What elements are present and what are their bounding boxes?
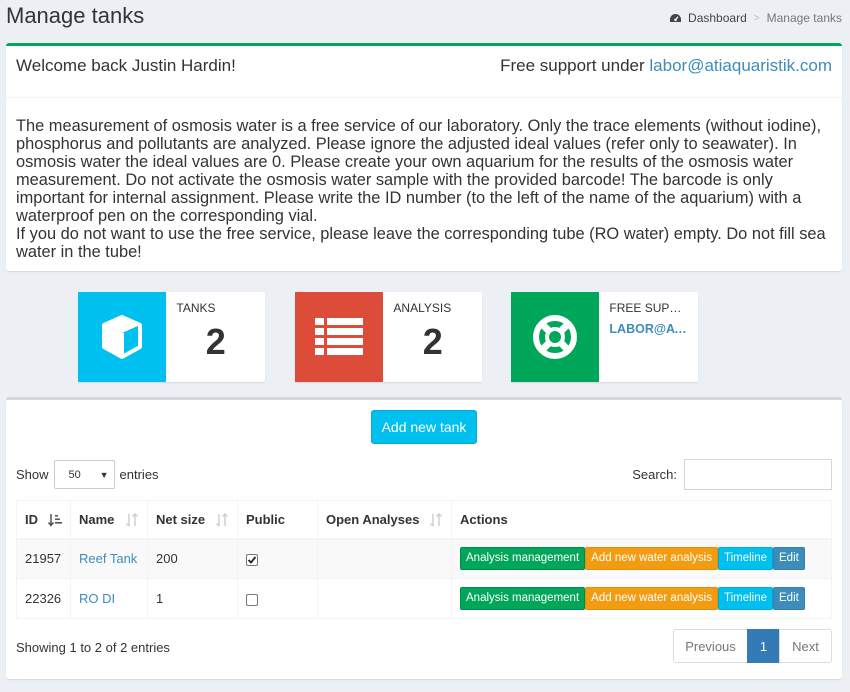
entries-select[interactable]: 50 ▼	[53, 460, 115, 489]
pagination: Previous 1 Next	[673, 629, 832, 663]
cell-actions: Analysis management Add new water analysi…	[451, 538, 832, 579]
sort-asc-icon	[48, 514, 62, 527]
info-label-analysis: ANALYSIS	[393, 301, 452, 315]
add-new-tank-button[interactable]: Add new tank	[371, 410, 477, 444]
table-info: Showing 1 to 2 of 2 entries	[16, 640, 170, 655]
sort-both-icon	[126, 513, 138, 527]
column-label-actions: Actions	[460, 511, 508, 527]
dashboard-icon	[670, 13, 682, 22]
breadcrumb: Dashboard > Manage tanks	[669, 11, 842, 25]
column-label-id: ID	[25, 511, 38, 527]
tanks-panel: Add new tank Show 50 ▼ entries Search: I…	[6, 397, 842, 679]
column-header-open-analyses[interactable]: Open Analyses	[317, 500, 452, 540]
tank-name-link[interactable]: RO DI	[79, 591, 115, 606]
edit-button[interactable]: Edit	[773, 547, 805, 571]
column-header-actions: Actions	[451, 500, 832, 540]
analysis-management-button[interactable]: Analysis management	[460, 587, 586, 610]
info-box-tanks: TANKS 2	[78, 292, 265, 382]
public-checkbox[interactable]	[246, 553, 258, 566]
column-label-open-analyses: Open Analyses	[326, 511, 420, 527]
info-icon-analysis	[295, 292, 384, 382]
entries-select-value: 50	[68, 468, 81, 481]
search-label: Search:	[632, 467, 677, 482]
welcome-box: Welcome back Justin Hardin! Free support…	[6, 43, 842, 271]
support-email-link[interactable]: labor@atiaquaristik.com	[649, 56, 832, 75]
info-label-support: FREE SUPPORT	[609, 301, 689, 315]
info-label-tanks: TANKS	[176, 301, 216, 315]
welcome-text: The measurement of osmosis water is a fr…	[6, 98, 842, 261]
cell-net-size: 200	[147, 538, 238, 579]
info-number-analysis: 2	[422, 321, 443, 362]
breadcrumb-current: Manage tanks	[766, 11, 842, 25]
cell-public	[237, 538, 318, 579]
info-box-analysis: ANALYSIS 2	[295, 292, 482, 382]
column-header-name[interactable]: Name	[70, 500, 148, 540]
support-line: Free support under labor@atiaquaristik.c…	[500, 56, 832, 76]
breadcrumb-home-label[interactable]: Dashboard	[688, 11, 747, 25]
welcome-paragraph-1: The measurement of osmosis water is a fr…	[16, 117, 822, 225]
support-prefix: Free support under	[500, 56, 645, 75]
pagination-next[interactable]: Next	[779, 629, 832, 663]
table-header-row: ID Name Net size Public Open Analyses Ac…	[16, 500, 832, 540]
pagination-previous[interactable]: Previous	[673, 629, 748, 663]
show-label: Show	[16, 467, 49, 482]
caret-down-icon: ▼	[99, 469, 109, 480]
info-support-email[interactable]: LABOR@ATIAQUARISTIK.COM	[609, 322, 687, 336]
life-ring-icon	[533, 315, 578, 359]
cell-name: RO DI	[70, 578, 148, 619]
breadcrumb-dashboard-link[interactable]: Dashboard	[669, 11, 747, 25]
column-header-public: Public	[237, 500, 318, 540]
column-header-net-size[interactable]: Net size	[147, 500, 238, 540]
cell-open-analyses	[317, 578, 452, 619]
welcome-header: Welcome back Justin Hardin! Free support…	[6, 46, 842, 98]
sort-both-icon	[216, 513, 228, 527]
tanks-table: ID Name Net size Public Open Analyses Ac…	[16, 500, 832, 619]
info-content-support: FREE SUPPORT LABOR@ATIAQUARISTIK.COM	[599, 292, 698, 382]
column-label-net-size: Net size	[156, 511, 206, 527]
search-control: Search:	[632, 459, 832, 490]
cell-id: 21957	[16, 538, 71, 579]
page-title: Manage tanks	[6, 3, 145, 28]
cell-net-size: 1	[147, 578, 238, 619]
edit-button[interactable]: Edit	[773, 587, 805, 610]
breadcrumb-separator: >	[753, 12, 760, 24]
info-content-analysis: ANALYSIS 2	[383, 292, 482, 382]
cell-id: 22326	[16, 578, 71, 619]
column-label-public: Public	[246, 511, 286, 527]
info-content-tanks: TANKS 2	[166, 292, 265, 382]
pagination-page-1[interactable]: 1	[747, 629, 780, 663]
add-water-analysis-button[interactable]: Add new water analysis	[585, 587, 718, 610]
list-icon	[315, 318, 364, 355]
public-checkbox[interactable]	[246, 593, 258, 606]
info-icon-tanks	[78, 292, 167, 382]
cell-public	[237, 578, 318, 619]
column-header-id[interactable]: ID	[16, 500, 71, 540]
tank-name-link[interactable]: Reef Tank	[79, 551, 137, 566]
info-number-tanks: 2	[205, 321, 226, 362]
cube-icon	[102, 315, 143, 359]
search-input[interactable]	[684, 459, 832, 490]
entries-label: entries	[119, 467, 159, 482]
timeline-button[interactable]: Timeline	[717, 587, 773, 610]
analysis-management-button[interactable]: Analysis management	[460, 547, 586, 571]
welcome-greeting: Welcome back Justin Hardin!	[16, 56, 236, 75]
info-icon-support	[511, 292, 600, 382]
cell-actions: Analysis management Add new water analysi…	[451, 578, 832, 619]
table-row: 22326 RO DI 1 Analysis management Add new…	[16, 578, 832, 619]
entries-length-control: Show 50 ▼ entries	[16, 460, 159, 489]
cell-open-analyses	[317, 538, 452, 579]
cell-name: Reef Tank	[70, 538, 148, 579]
table-row: 21957 Reef Tank 200 Analysis management A…	[16, 538, 832, 579]
welcome-paragraph-2: If you do not want to use the free servi…	[16, 225, 826, 261]
sort-both-icon	[430, 513, 442, 527]
column-label-name: Name	[79, 511, 115, 527]
timeline-button[interactable]: Timeline	[717, 547, 773, 571]
add-water-analysis-button[interactable]: Add new water analysis	[585, 547, 718, 571]
checkmark-icon	[247, 556, 257, 564]
info-box-support: FREE SUPPORT LABOR@ATIAQUARISTIK.COM	[511, 292, 698, 382]
